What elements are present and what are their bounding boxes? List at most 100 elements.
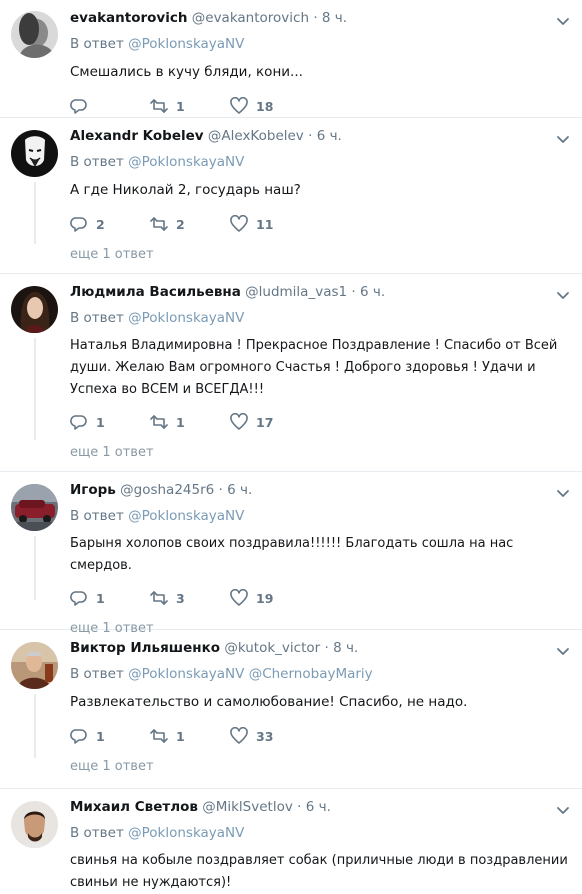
retweet-count: 1 [176, 728, 185, 744]
retweet-button[interactable]: 1 [150, 727, 230, 745]
show-more-replies-link[interactable]: еще 1 ответ [70, 445, 568, 460]
reply-to-link[interactable]: @PoklonskayaNV [128, 825, 244, 841]
reply-button[interactable]: 2 [70, 215, 150, 233]
timestamp[interactable]: 6 ч. [360, 284, 385, 300]
display-name[interactable]: Alexandr Kobelev [70, 128, 204, 144]
reply-icon [70, 99, 87, 114]
like-button[interactable]: 17 [230, 413, 310, 431]
display-name[interactable]: Виктор Ильяшенко [70, 640, 220, 656]
tweet-text: Смешались в кучу бляди, кони... [70, 64, 303, 80]
reply-button[interactable]: 1 [70, 589, 150, 607]
thread-line [34, 338, 36, 440]
tweet[interactable]: Alexandr Kobelev @AlexKobelev · 6 ч. В о… [0, 118, 582, 274]
tweet[interactable]: Виктор Ильяшенко @kutok_victor · 8 ч. В … [0, 630, 582, 789]
user-handle[interactable]: @MiklSvetlov [202, 799, 293, 815]
reply-prefix: В ответ [70, 310, 124, 326]
display-name[interactable]: Михаил Светлов [70, 799, 198, 815]
tweet-text: Развлекательство и самолюбование! Спасиб… [70, 694, 468, 710]
heart-icon [230, 727, 248, 744]
user-handle[interactable]: @ludmila_vas1 [245, 284, 347, 300]
tweet[interactable]: Игорь @gosha245r6 · 6 ч. В ответ @Poklon… [0, 472, 582, 636]
show-more-replies-link[interactable]: еще 1 ответ [70, 247, 568, 262]
avatar[interactable] [11, 484, 58, 531]
tweet-actions: 1 1 33 [70, 725, 568, 747]
reply-button[interactable]: 1 [70, 413, 150, 431]
like-button[interactable]: 33 [230, 727, 310, 745]
timestamp[interactable]: 8 ч. [333, 640, 358, 656]
heart-icon [230, 413, 248, 430]
tweet[interactable]: Людмила Васильевна @ludmila_vas1 · 6 ч. … [0, 274, 582, 472]
like-count: 33 [256, 728, 274, 744]
tweet-header: evakantorovich @evakantorovich · 8 ч. [70, 8, 568, 28]
retweet-icon [150, 415, 168, 429]
retweet-count: 3 [176, 590, 185, 606]
tweet-text: А где Николай 2, государь наш? [70, 182, 301, 198]
timestamp[interactable]: 6 ч. [227, 482, 252, 498]
avatar[interactable] [11, 642, 58, 689]
tweet-actions: 1 1 17 [70, 411, 568, 433]
show-more-replies-link[interactable]: еще 1 ответ [70, 759, 568, 774]
user-handle[interactable]: @kutok_victor [224, 640, 320, 656]
reply-feed: evakantorovich @evakantorovich · 8 ч. В … [0, 0, 582, 892]
tweet[interactable]: evakantorovich @evakantorovich · 8 ч. В … [0, 0, 582, 118]
separator-dot: · [313, 10, 318, 26]
heart-icon [230, 97, 248, 114]
tweet-actions: 2 2 11 [70, 213, 568, 235]
timestamp[interactable]: 8 ч. [322, 10, 347, 26]
separator-dot: · [324, 640, 329, 656]
reply-prefix: В ответ [70, 36, 124, 52]
avatar[interactable] [11, 130, 58, 177]
retweet-button[interactable]: 3 [150, 589, 230, 607]
like-button[interactable]: 11 [230, 215, 310, 233]
avatar[interactable] [11, 11, 58, 58]
avatar[interactable] [11, 286, 58, 333]
reply-context: В ответ @PoklonskayaNV [70, 152, 568, 172]
user-handle[interactable]: @evakantorovich [192, 10, 309, 26]
separator-dot: · [308, 128, 313, 144]
separator-dot: · [297, 799, 302, 815]
retweet-icon [150, 217, 168, 231]
display-name[interactable]: Игорь [70, 482, 116, 498]
reply-icon [70, 591, 87, 606]
reply-to-link[interactable]: @PoklonskayaNV [128, 666, 244, 682]
like-count: 18 [256, 98, 274, 114]
retweet-button[interactable]: 1 [150, 413, 230, 431]
like-button[interactable]: 18 [230, 97, 310, 115]
reply-to-link[interactable]: @PoklonskayaNV [128, 154, 244, 170]
reply-icon [70, 217, 87, 232]
tweet-actions: 1 3 19 [70, 587, 568, 609]
tweet-header: Игорь @gosha245r6 · 6 ч. [70, 480, 568, 500]
reply-button[interactable] [70, 97, 150, 115]
reply-prefix: В ответ [70, 508, 124, 524]
retweet-button[interactable]: 1 [150, 97, 230, 115]
reply-to-link[interactable]: @PoklonskayaNV [128, 310, 244, 326]
reply-count: 1 [96, 728, 105, 744]
thread-line [34, 694, 36, 758]
tweet[interactable]: Михаил Светлов @MiklSvetlov · 6 ч. В отв… [0, 789, 582, 892]
reply-button[interactable]: 1 [70, 727, 150, 745]
reply-to-link[interactable]: @PoklonskayaNV [128, 36, 244, 52]
retweet-icon [150, 99, 168, 113]
user-handle[interactable]: @AlexKobelev [208, 128, 304, 144]
retweet-button[interactable]: 2 [150, 215, 230, 233]
reply-count: 1 [96, 590, 105, 606]
tweet-actions: 1 18 [70, 95, 568, 117]
reply-to-link-2[interactable]: @ChernobayMariy [249, 666, 373, 682]
heart-icon [230, 589, 248, 606]
user-handle[interactable]: @gosha245r6 [120, 482, 214, 498]
thread-line [34, 182, 36, 244]
tweet-text: свинья на кобыле поздравляет собак (прил… [70, 853, 568, 890]
display-name[interactable]: evakantorovich [70, 10, 187, 26]
like-button[interactable]: 19 [230, 589, 310, 607]
timestamp[interactable]: 6 ч. [306, 799, 331, 815]
reply-to-link[interactable]: @PoklonskayaNV [128, 508, 244, 524]
like-count: 19 [256, 590, 274, 606]
separator-dot: · [351, 284, 356, 300]
like-count: 11 [256, 216, 274, 232]
avatar[interactable] [11, 801, 58, 848]
timestamp[interactable]: 6 ч. [317, 128, 342, 144]
reply-context: В ответ @PoklonskayaNV @ChernobayMariy [70, 664, 568, 684]
retweet-icon [150, 591, 168, 605]
reply-icon [70, 415, 87, 430]
display-name[interactable]: Людмила Васильевна [70, 284, 241, 300]
